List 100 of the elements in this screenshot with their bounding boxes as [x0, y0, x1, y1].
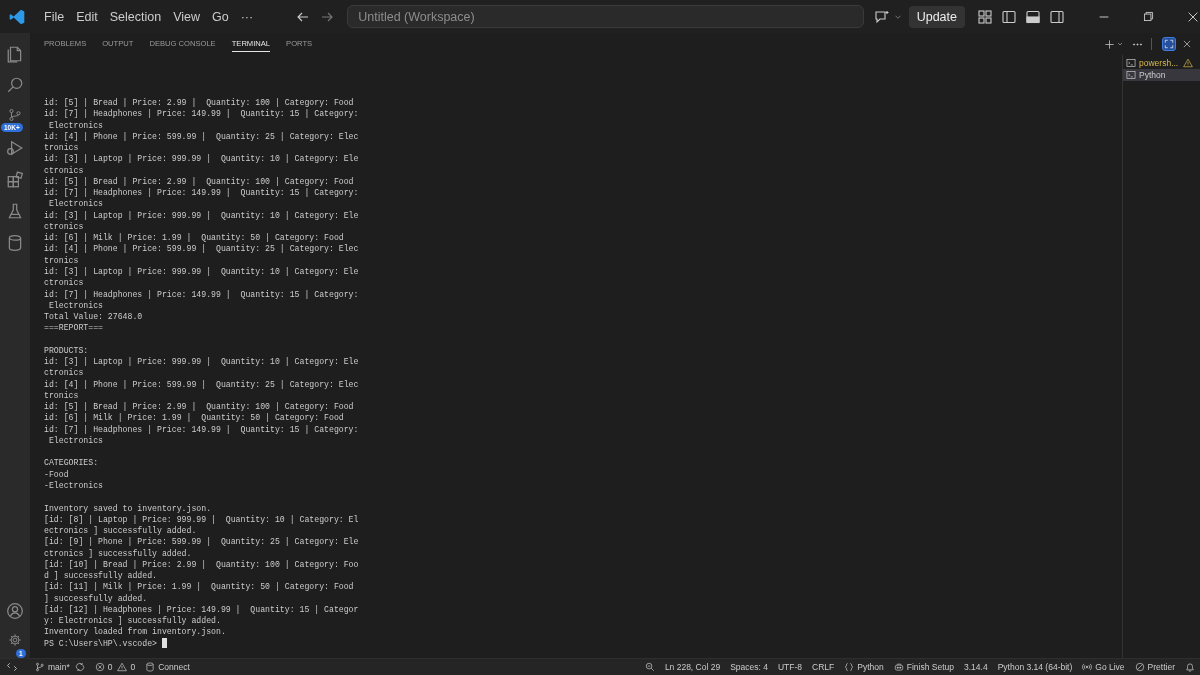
menu-item[interactable]: ···: [234, 9, 260, 24]
terminal-line: [id: [12] | Headphones | Price: 149.99 | Quantity: 15 | Categor: [44, 603, 359, 616]
explorer-icon[interactable]: [6, 44, 24, 63]
account-icon[interactable]: [6, 601, 24, 620]
terminal-line: -Food: [44, 468, 69, 480]
terminal-line: Inventory loaded from inventory.json.: [44, 626, 226, 638]
bell-icon[interactable]: [1185, 662, 1195, 672]
terminal-line: id: [4] | Phone | Price: 599.99 | Quantity: 25 | Category: Elec: [44, 378, 359, 390]
terminal-line: id: [6] | Milk | Price: 1.99 | Quantity: 50 | Category: Food: [44, 232, 344, 244]
terminal-line: id: [4] | Phone | Price: 599.99 | Quantity: 25 | Category: Elec: [44, 243, 359, 255]
database-icon[interactable]: [145, 662, 156, 672]
chat-icon[interactable]: [873, 8, 890, 25]
warning-count: 0: [130, 662, 136, 672]
status-item[interactable]: Ln 228, Col 29: [664, 662, 721, 672]
remote-icon[interactable]: [6, 661, 18, 673]
layout-icon[interactable]: [1001, 8, 1017, 25]
connect-item[interactable]: Connect: [158, 662, 190, 672]
terminal-line: id: [7] | Headphones | Price: 149.99 | Quantity: 15 | Category:: [44, 187, 359, 199]
terminal-line: id: [3] | Laptop | Price: 999.99 | Quantity: 10 | Category: Ele: [44, 153, 359, 165]
terminal-line: id: [3] | Laptop | Price: 999.99 | Quantity: 10 | Category: Ele: [44, 266, 359, 278]
terminal-line: PRODUCTS:: [44, 344, 89, 357]
terminal-line: Total Value: 27648.0: [44, 311, 143, 323]
terminal-line: ctronics: [44, 220, 84, 233]
extensions-icon[interactable]: [6, 170, 24, 189]
menu-item[interactable]: File: [38, 9, 71, 24]
menu-item[interactable]: Edit: [70, 9, 104, 24]
warning-icon[interactable]: [117, 662, 128, 672]
terminal-line: ctronics: [44, 367, 84, 379]
terminal-line: id: [5] | Bread | Price: 2.99 | Quantity: 100 | Category: Food: [44, 401, 354, 413]
search-icon[interactable]: [6, 76, 24, 95]
status-item[interactable]: Finish Setup: [906, 662, 954, 672]
status-item[interactable]: 3.14.4: [964, 662, 988, 672]
terminal-line: ctronics: [44, 164, 84, 176]
terminal-cursor: [162, 637, 167, 648]
command-center-field[interactable]: Untitled (Workspace): [347, 5, 864, 28]
caret-icon[interactable]: [1116, 40, 1124, 48]
close-icon[interactable]: [1182, 39, 1192, 49]
status-item[interactable]: Prettier: [1147, 662, 1175, 672]
layout-icon[interactable]: [1049, 8, 1065, 25]
terminal-line: d ] successfully added.: [44, 570, 157, 582]
zoom-icon[interactable]: [644, 662, 655, 672]
terminal-icon: [1126, 70, 1136, 80]
update-button[interactable]: Update: [908, 5, 965, 28]
terminal-line: Electronics: [47, 119, 103, 131]
terminal-line: Inventory saved to inventory.json.: [44, 502, 212, 514]
braces-icon[interactable]: [844, 662, 855, 672]
error-count: 0: [107, 662, 113, 672]
terminal-line: id: [3] | Laptop | Price: 999.99 | Quantity: 10 | Category: Ele: [44, 209, 359, 221]
restore-icon[interactable]: [1142, 10, 1155, 23]
terminal-line: ===REPORT===: [44, 322, 103, 334]
status-item[interactable]: Python 3.14 (64-bit): [997, 662, 1073, 672]
terminal-prompt: PS C:\Users\HP\.vscode>: [44, 638, 157, 648]
testing-icon[interactable]: [6, 202, 24, 221]
terminal-line: id: [7] | Headphones | Price: 149.99 | Quantity: 15 | Category:: [44, 423, 359, 435]
terminal-line: id: [5] | Bread | Price: 2.99 | Quantity: 100 | Category: Food: [44, 97, 354, 109]
terminal-icon: [1126, 58, 1136, 68]
terminal-line: id: [6] | Milk | Price: 1.99 | Quantity: 50 | Category: Food: [44, 412, 344, 424]
copilot-icon[interactable]: [893, 662, 904, 672]
terminal-line: [id: [10] | Bread | Price: 2.99 | Quantity: 100 | Category: Foo: [44, 558, 359, 571]
database-icon[interactable]: [6, 233, 24, 252]
sync-icon[interactable]: [74, 662, 85, 672]
status-item[interactable]: Python: [857, 662, 884, 672]
layout-icon[interactable]: [977, 8, 993, 25]
error-icon[interactable]: [94, 662, 105, 672]
status-item[interactable]: Spaces: 4: [730, 662, 768, 672]
terminal-list-item[interactable]: powersh...: [1123, 57, 1200, 69]
terminal-line: ctronics ] successfully added.: [44, 547, 192, 559]
terminal-line: id: [4] | Phone | Price: 599.99 | Quantity: 25 | Category: Elec: [44, 130, 359, 143]
plus-icon[interactable]: [1104, 38, 1115, 50]
terminal-line: ] successfully added.: [44, 592, 148, 604]
terminal-line: y: Electronics ] successfully added.: [44, 615, 221, 627]
terminal-line: id: [3] | Laptop | Price: 999.99 | Quantity: 10 | Category: Ele: [44, 356, 359, 368]
layout-icon[interactable]: [1025, 8, 1041, 25]
terminal-line: Electronics: [47, 434, 103, 447]
terminal-line: id: [5] | Bread | Price: 2.99 | Quantity: 100 | Category: Food: [44, 175, 354, 188]
maximize-icon: [1164, 39, 1174, 49]
status-item[interactable]: Go Live: [1095, 662, 1125, 672]
terminal-line: id: [7] | Headphones | Price: 149.99 | Quantity: 15 | Category:: [44, 288, 359, 300]
terminal-line: [id: [8] | Laptop | Price: 999.99 | Quantity: 10 | Category: El: [44, 513, 359, 526]
broadcast-icon[interactable]: [1082, 662, 1093, 672]
menu-item[interactable]: Selection: [103, 9, 168, 24]
app-logo-icon: [8, 7, 26, 26]
prettier-icon[interactable]: [1134, 662, 1145, 672]
settings-icon[interactable]: [8, 633, 22, 648]
menu-item[interactable]: Go: [206, 9, 235, 24]
terminal-line: tronics: [44, 142, 79, 154]
terminal-list-item[interactable]: Python: [1123, 69, 1200, 81]
menu-item[interactable]: View: [167, 9, 206, 24]
terminal-line: [id: [11] | Milk | Price: 1.99 | Quantity: 50 | Category: Food: [44, 581, 354, 593]
source-control-icon[interactable]: [8, 107, 22, 122]
terminal-line: ctronics: [44, 277, 84, 289]
maximize-button[interactable]: [1162, 37, 1176, 51]
terminal-line: tronics: [44, 254, 79, 266]
status-item[interactable]: UTF-8: [778, 662, 803, 672]
terminal-line: [id: [9] | Phone | Price: 599.99 | Quantity: 25 | Category: Ele: [44, 536, 359, 548]
run-debug-icon[interactable]: [6, 139, 24, 158]
branch-name[interactable]: main*: [48, 662, 70, 672]
status-item[interactable]: CRLF: [812, 662, 835, 672]
branch-icon[interactable]: [35, 662, 45, 672]
terminal-line: -Electronics: [44, 480, 103, 492]
